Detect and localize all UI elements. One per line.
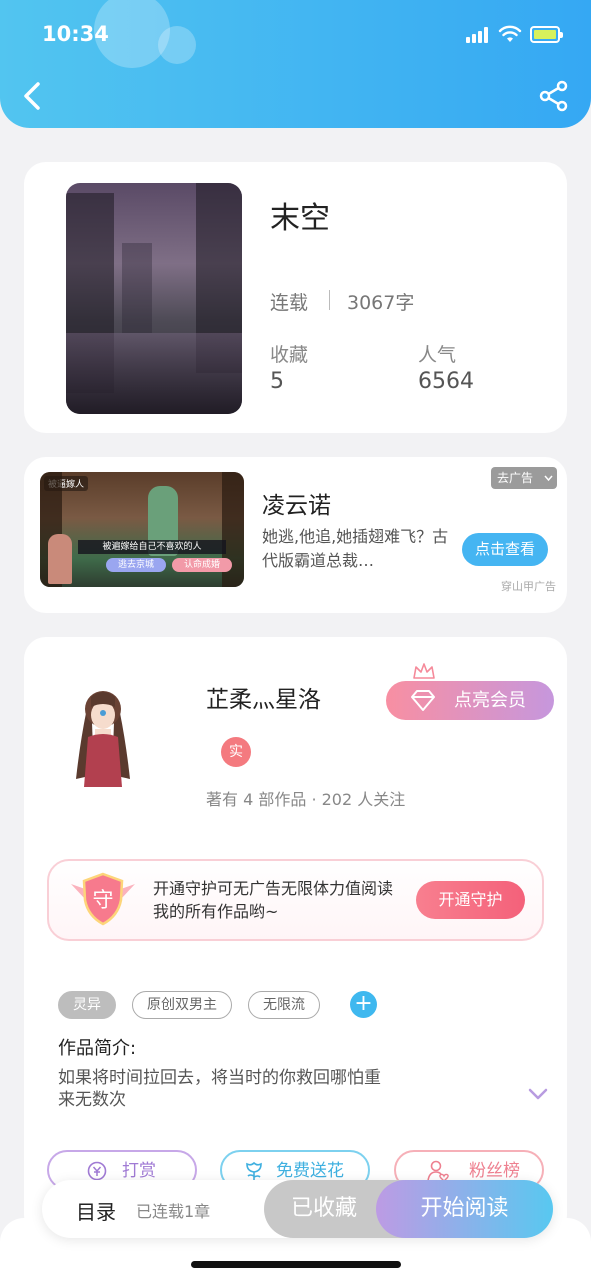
- chevron-down-icon[interactable]: [527, 1086, 549, 1102]
- add-tag-button[interactable]: +: [350, 991, 377, 1018]
- divider: [329, 290, 330, 310]
- remove-ad-button[interactable]: 去广告: [491, 467, 557, 489]
- book-cover[interactable]: [66, 183, 242, 414]
- crown-icon: [413, 663, 435, 679]
- popularity-label: 人气: [418, 344, 457, 366]
- start-reading-button[interactable]: 开始阅读: [376, 1180, 553, 1238]
- author-name[interactable]: 芷柔灬星洛: [206, 680, 321, 714]
- shield-icon: 守: [71, 872, 135, 926]
- ad-image-caption: 被遍嫁给自己不喜欢的人: [78, 540, 226, 554]
- status-time: 10:34: [42, 22, 109, 46]
- intro-text: 如果将时间拉回去，将当时的你救回哪怕重来无数次: [58, 1068, 381, 1110]
- word-count: 3067字: [347, 292, 415, 314]
- tag-item[interactable]: 灵异: [58, 991, 116, 1019]
- ad-title: 凌云诺: [262, 493, 331, 519]
- coin-icon: [87, 1161, 107, 1181]
- ad-image-choice: 认命成婚: [172, 558, 232, 572]
- signal-icon: [466, 27, 492, 43]
- table-of-contents-button[interactable]: 目录: [76, 1196, 116, 1225]
- favorites-value: 5: [270, 369, 284, 394]
- tag-item[interactable]: 原创双男主: [132, 991, 232, 1019]
- open-guard-button[interactable]: 开通守护: [416, 881, 525, 919]
- character-figure: [48, 534, 72, 584]
- author-avatar[interactable]: [70, 683, 136, 789]
- activate-vip-button[interactable]: 点亮会员: [386, 681, 554, 720]
- battery-icon: [530, 26, 563, 43]
- book-title: 末空: [270, 201, 330, 236]
- popularity-value: 6564: [418, 369, 474, 394]
- share-icon[interactable]: [538, 80, 570, 112]
- author-stats: 著有 4 部作品 · 202 人关注: [206, 790, 406, 809]
- decor-bubble: [158, 26, 196, 64]
- serial-status: 连载: [270, 292, 309, 314]
- app-header: 10:34: [0, 0, 591, 128]
- ad-view-button[interactable]: 点击查看: [462, 533, 548, 566]
- ad-description: 她逃,他追,她插翅难飞？古代版霸道总裁…: [262, 527, 449, 570]
- home-indicator: [191, 1261, 401, 1268]
- diamond-icon: [411, 690, 435, 711]
- guard-description: 开通守护可无广告无限体力值阅读我的所有作品哟~: [153, 879, 394, 921]
- verified-badge: 实: [221, 737, 251, 767]
- vip-button-label: 点亮会员: [454, 690, 526, 711]
- ad-image[interactable]: 被逼嫁人 被遍嫁给自己不喜欢的人 逃去京城 认命成婚: [40, 472, 244, 587]
- fans-ranking-label: 粉丝榜: [469, 1161, 520, 1181]
- chapter-count: 已连载1章: [136, 1202, 211, 1221]
- chevron-down-icon: [544, 475, 553, 482]
- wifi-icon: [498, 25, 522, 42]
- remove-ad-label: 去广告: [497, 471, 534, 485]
- intro-label: 作品简介:: [58, 1038, 137, 1059]
- tag-item[interactable]: 无限流: [248, 991, 320, 1019]
- tip-label: 打赏: [122, 1161, 156, 1181]
- back-icon[interactable]: [18, 78, 48, 114]
- ad-source: 穿山甲广告: [501, 580, 556, 593]
- favorites-label: 收藏: [270, 344, 309, 366]
- ad-image-choice: 逃去京城: [106, 558, 166, 572]
- shield-label: 守: [93, 888, 114, 912]
